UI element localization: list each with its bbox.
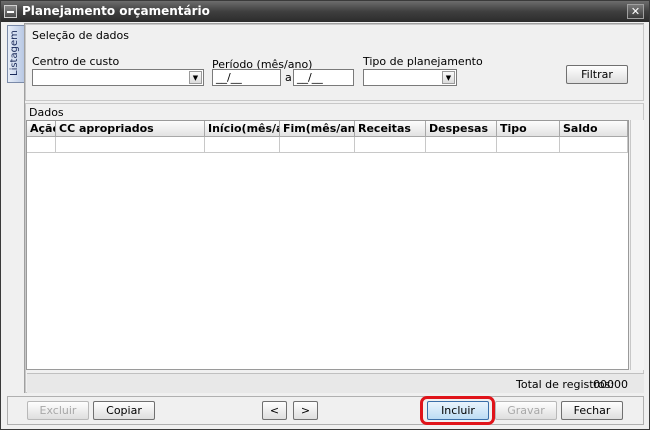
add-button-highlight — [420, 396, 495, 425]
delete-button[interactable]: Excluir — [27, 401, 89, 420]
app-window: Planejamento orçamentário ✕ Listagem Sel… — [0, 0, 650, 430]
table-row[interactable] — [27, 137, 628, 153]
data-section-title: Dados — [29, 106, 64, 119]
system-menu-icon[interactable] — [4, 5, 17, 18]
column-header[interactable]: Receitas — [355, 121, 426, 137]
chevron-down-icon[interactable]: ▼ — [189, 71, 202, 84]
column-header[interactable]: Saldo — [560, 121, 628, 137]
window-title: Planejamento orçamentário — [22, 4, 210, 18]
tab-listagem-label: Listagem — [9, 30, 20, 76]
cost-center-select[interactable]: ▼ — [32, 69, 204, 86]
grid-header: Ação CC apropriados Início(mês/ano) Fim(… — [27, 121, 628, 137]
previous-button[interactable]: < — [262, 401, 287, 420]
filter-button[interactable]: Filtrar — [566, 65, 628, 84]
table-cell[interactable] — [560, 137, 628, 153]
table-cell[interactable] — [497, 137, 560, 153]
table-cell[interactable] — [280, 137, 355, 153]
column-header[interactable]: Tipo — [497, 121, 560, 137]
title-bar: Planejamento orçamentário ✕ — [1, 1, 649, 22]
table-cell[interactable] — [56, 137, 205, 153]
chevron-down-icon[interactable]: ▼ — [442, 71, 455, 84]
filter-section: Seleção de dados Centro de custo ▼ Perío… — [25, 24, 644, 101]
action-bar: Excluir Copiar < > Incluir Gravar Fechar — [7, 396, 644, 425]
cost-center-label: Centro de custo — [32, 55, 120, 68]
column-header[interactable]: Ação — [27, 121, 56, 137]
plan-type-select[interactable]: ▼ — [363, 69, 457, 86]
period-end-input[interactable]: __/__ — [293, 69, 354, 86]
tab-listagem[interactable]: Listagem — [7, 25, 24, 83]
data-grid[interactable]: Ação CC apropriados Início(mês/ano) Fim(… — [26, 120, 629, 370]
close-form-button[interactable]: Fechar — [561, 401, 623, 420]
copy-button[interactable]: Copiar — [93, 401, 155, 420]
table-cell[interactable] — [426, 137, 497, 153]
column-header[interactable]: Fim(mês/ano) — [280, 121, 355, 137]
save-button[interactable]: Gravar — [495, 401, 557, 420]
column-header[interactable]: Despesas — [426, 121, 497, 137]
next-button[interactable]: > — [293, 401, 318, 420]
period-separator: a — [285, 71, 292, 84]
table-cell[interactable] — [205, 137, 280, 153]
total-records-value: 00000 — [593, 378, 628, 391]
plan-type-label: Tipo de planejamento — [363, 55, 483, 68]
table-cell[interactable] — [27, 137, 56, 153]
close-button[interactable]: ✕ — [627, 4, 644, 19]
period-start-input[interactable]: __/__ — [212, 69, 281, 86]
column-header[interactable]: CC apropriados — [56, 121, 205, 137]
grid-scrollbar[interactable] — [630, 120, 644, 370]
filter-section-title: Seleção de dados — [32, 29, 130, 42]
column-header[interactable]: Início(mês/ano) — [205, 121, 280, 137]
table-cell[interactable] — [355, 137, 426, 153]
main-panel: Seleção de dados Centro de custo ▼ Perío… — [24, 23, 644, 393]
grid-footer: Total de registros: 00000 — [27, 373, 644, 393]
